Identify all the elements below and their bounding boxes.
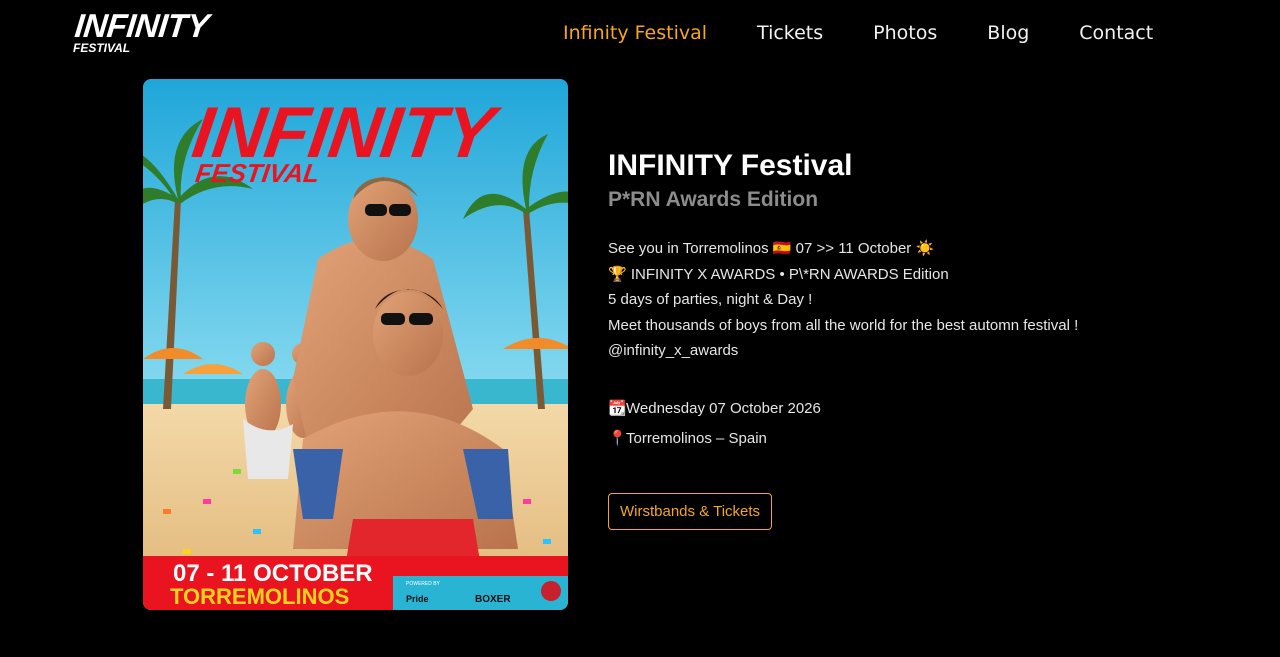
event-poster[interactable]: INFINITY FESTIVAL 07 - 11 OCTOBER TORREM…: [143, 79, 568, 610]
description-line: See you in Torremolinos 🇪🇸 07 >> 11 Octo…: [608, 240, 935, 257]
event-location: Torremolinos – Spain: [626, 429, 767, 447]
event-meta: 📆Wednesday 07 October 2026 📍Torremolinos…: [608, 394, 1228, 454]
pin-icon: 📍: [608, 429, 627, 447]
event-info: INFINITY Festival P*RN Awards Edition Se…: [608, 148, 1228, 454]
event-date-row: 📆Wednesday 07 October 2026: [608, 394, 1228, 424]
instagram-handle[interactable]: @infinity_x_awards: [608, 338, 1228, 364]
poster-sponsor-2: BOXER: [475, 594, 511, 605]
logo-text: INFINITY: [73, 7, 211, 44]
event-description: See you in Torremolinos 🇪🇸 07 >> 11 Octo…: [608, 236, 1228, 364]
poster-sponsor-1: Pride: [406, 594, 429, 604]
main-nav: Infinity Festival Tickets Photos Blog Co…: [563, 20, 1153, 46]
nav-item-contact[interactable]: Contact: [1079, 20, 1153, 46]
nav-item-blog[interactable]: Blog: [987, 20, 1029, 46]
event-date: Wednesday 07 October 2026: [626, 399, 821, 417]
poster-powered-by: POWERED BY: [406, 581, 441, 587]
event-title: INFINITY Festival: [608, 149, 853, 182]
calendar-icon: 📆: [608, 399, 627, 417]
poster-headline-sub: FESTIVAL: [194, 158, 322, 188]
nav-item-photos[interactable]: Photos: [873, 20, 937, 46]
description-line: Meet thousands of boys from all the worl…: [608, 316, 1079, 334]
nav-item-infinity-festival[interactable]: Infinity Festival: [563, 20, 707, 46]
site-logo[interactable]: INFINITY FESTIVAL: [73, 7, 223, 58]
poster-dates: 07 - 11 OCTOBER: [173, 560, 373, 587]
logo-subtext: FESTIVAL: [73, 41, 131, 55]
description-line: 5 days of parties, night & Day !: [608, 291, 813, 308]
nav-item-tickets[interactable]: Tickets: [757, 20, 823, 46]
event-location-row: 📍Torremolinos – Spain: [608, 424, 1228, 454]
description-line: 🏆 INFINITY X AWARDS • P\*RN AWARDS Editi…: [608, 265, 949, 283]
event-subtitle: P*RN Awards Edition: [608, 188, 819, 211]
poster-city: TORREMOLINOS: [170, 584, 349, 609]
poster-sponsor-badge: [541, 581, 561, 601]
tickets-button[interactable]: Wirstbands & Tickets: [608, 493, 773, 530]
site-header: INFINITY FESTIVAL Infinity Festival Tick…: [0, 0, 1280, 68]
